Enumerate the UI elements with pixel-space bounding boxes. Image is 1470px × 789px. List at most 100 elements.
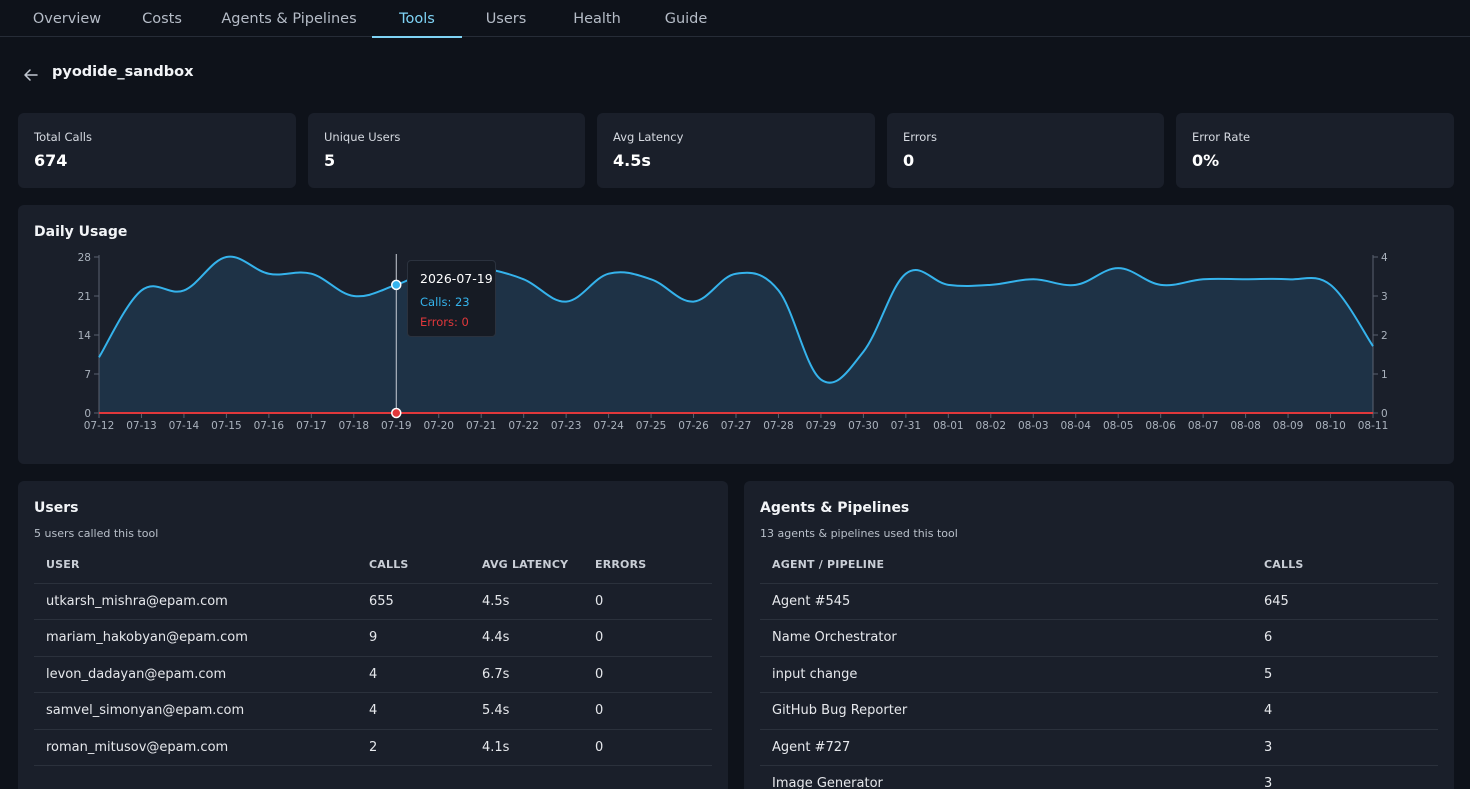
tab-agents-pipelines[interactable]: Agents & Pipelines: [208, 0, 370, 37]
agent-calls: 645: [1252, 583, 1438, 620]
user-calls: 4: [357, 656, 470, 693]
user-avg-latency: 4.1s: [470, 729, 583, 766]
x-tick-label: 07-19: [381, 420, 412, 432]
agent-name: Agent #545: [760, 583, 1252, 620]
user-avg-latency: 5.4s: [470, 692, 583, 730]
table-row[interactable]: Agent #545 645: [760, 583, 1438, 620]
user-errors: 0: [583, 656, 712, 693]
agents-subtitle: 13 agents & pipelines used this tool: [760, 527, 958, 540]
x-tick-label: 07-27: [721, 420, 752, 432]
kpi-label: Unique Users: [324, 130, 401, 144]
tooltip-calls: Calls: 23: [420, 295, 470, 309]
user-avg-latency: 4.4s: [470, 619, 583, 657]
tooltip-errors: Errors: 0: [420, 315, 469, 329]
x-tick-label: 07-17: [296, 420, 327, 432]
kpi-label: Avg Latency: [613, 130, 684, 144]
y-right-tick-label: 3: [1381, 291, 1388, 303]
table-row[interactable]: samvel_simonyan@epam.com 4 5.4s 0: [34, 692, 712, 730]
tab-costs[interactable]: Costs: [126, 0, 198, 37]
x-tick-label: 07-24: [593, 420, 624, 432]
arrow-left-icon: [24, 69, 38, 81]
x-tick-label: 08-05: [1103, 420, 1134, 432]
tab-users[interactable]: Users: [470, 0, 542, 37]
daily-usage-card: Daily Usage 0 7 14 21 28 0 1 2 3 4 07-12 07-13 07-14…: [18, 205, 1454, 464]
kpi-value: 0%: [1192, 151, 1220, 170]
user-avg-latency: 6.7s: [470, 656, 583, 693]
back-button[interactable]: [22, 66, 40, 84]
chart-tooltip: 2026-07-19 Calls: 23 Errors: 0: [407, 260, 496, 337]
x-tick-label: 07-23: [551, 420, 582, 432]
x-tick-label: 08-08: [1230, 420, 1261, 432]
kpi-avg-latency: Avg Latency 4.5s: [597, 113, 875, 188]
agent-calls: 4: [1252, 692, 1438, 730]
table-row[interactable]: roman_mitusov@epam.com 2 4.1s 0: [34, 729, 712, 766]
top-nav: Overview Costs Agents & Pipelines Tools …: [0, 0, 1470, 38]
x-tick-label: 07-30: [848, 420, 879, 432]
agent-calls: 6: [1252, 619, 1438, 657]
user-email: samvel_simonyan@epam.com: [34, 692, 357, 730]
table-row[interactable]: Agent #727 3: [760, 729, 1438, 766]
table-row[interactable]: utkarsh_mishra@epam.com 655 4.5s 0: [34, 583, 712, 620]
tab-guide[interactable]: Guide: [650, 0, 722, 37]
x-tick-label: 07-13: [126, 420, 157, 432]
user-email: mariam_hakobyan@epam.com: [34, 619, 357, 657]
x-tick-label: 07-25: [636, 420, 667, 432]
agent-calls: 3: [1252, 729, 1438, 766]
agent-name: Image Generator: [760, 765, 1252, 789]
column-header-errors: ERRORS: [583, 547, 712, 584]
y-tick-label: 0: [84, 408, 91, 420]
calls-point-highlight: [391, 279, 402, 291]
y-right-tick-label: 2: [1381, 330, 1388, 342]
x-tick-label: 08-09: [1273, 420, 1304, 432]
tooltip-date: 2026-07-19: [420, 271, 493, 286]
x-tick-label: 07-15: [211, 420, 242, 432]
x-tick-label: 08-06: [1145, 420, 1176, 432]
user-email: utkarsh_mishra@epam.com: [34, 583, 357, 620]
agent-name: Agent #727: [760, 729, 1252, 766]
x-tick-label: 08-07: [1188, 420, 1219, 432]
agents-table: AGENT / PIPELINE CALLS Agent #545 645 Na…: [760, 547, 1438, 789]
daily-usage-chart[interactable]: 0 7 14 21 28 0 1 2 3 4 07-12 07-13 07-14 07-15 07-16 07…: [18, 205, 1454, 464]
table-row[interactable]: mariam_hakobyan@epam.com 9 4.4s 0: [34, 619, 712, 657]
x-tick-label: 07-28: [763, 420, 794, 432]
agent-name: Name Orchestrator: [760, 619, 1252, 657]
y-tick-label: 21: [78, 291, 91, 303]
x-tick-label: 08-10: [1315, 420, 1346, 432]
agent-name: GitHub Bug Reporter: [760, 692, 1252, 730]
tab-health[interactable]: Health: [558, 0, 636, 37]
user-errors: 0: [583, 729, 712, 766]
table-row[interactable]: Image Generator 3: [760, 765, 1438, 789]
table-row[interactable]: levon_dadayan@epam.com 4 6.7s 0: [34, 656, 712, 693]
calls-area: [99, 256, 1373, 413]
kpi-unique-users: Unique Users 5: [308, 113, 585, 188]
y-right-tick-label: 4: [1381, 252, 1388, 264]
column-header-calls: CALLS: [357, 547, 470, 584]
kpi-value: 0: [903, 151, 915, 170]
user-calls: 4: [357, 692, 470, 730]
users-subtitle: 5 users called this tool: [34, 527, 159, 540]
y-tick-label: 7: [84, 369, 91, 381]
kpi-total-calls: Total Calls 674: [18, 113, 296, 188]
table-row[interactable]: input change 5: [760, 656, 1438, 693]
kpi-value: 5: [324, 151, 336, 170]
user-avg-latency: 4.5s: [470, 583, 583, 620]
user-email: levon_dadayan@epam.com: [34, 656, 357, 693]
tab-overview[interactable]: Overview: [18, 0, 116, 37]
y-tick-label: 28: [78, 252, 91, 264]
user-calls: 2: [357, 729, 470, 766]
users-title: Users: [34, 500, 79, 516]
users-table: USER CALLS AVG LATENCY ERRORS utkarsh_mi…: [34, 547, 712, 766]
x-tick-label: 07-22: [508, 420, 539, 432]
table-row[interactable]: Name Orchestrator 6: [760, 619, 1438, 657]
page-title: pyodide_sandbox: [52, 64, 194, 80]
kpi-label: Errors: [903, 130, 938, 144]
table-header-row: AGENT / PIPELINE CALLS: [760, 547, 1438, 584]
x-tick-label: 08-11: [1358, 420, 1389, 432]
tab-tools[interactable]: Tools: [372, 0, 462, 38]
x-tick-label: 07-18: [339, 420, 370, 432]
x-tick-label: 07-12: [84, 420, 115, 432]
x-tick-label: 08-01: [933, 420, 964, 432]
table-header-row: USER CALLS AVG LATENCY ERRORS: [34, 547, 712, 584]
table-row[interactable]: GitHub Bug Reporter 4: [760, 692, 1438, 730]
x-tick-label: 07-29: [806, 420, 837, 432]
